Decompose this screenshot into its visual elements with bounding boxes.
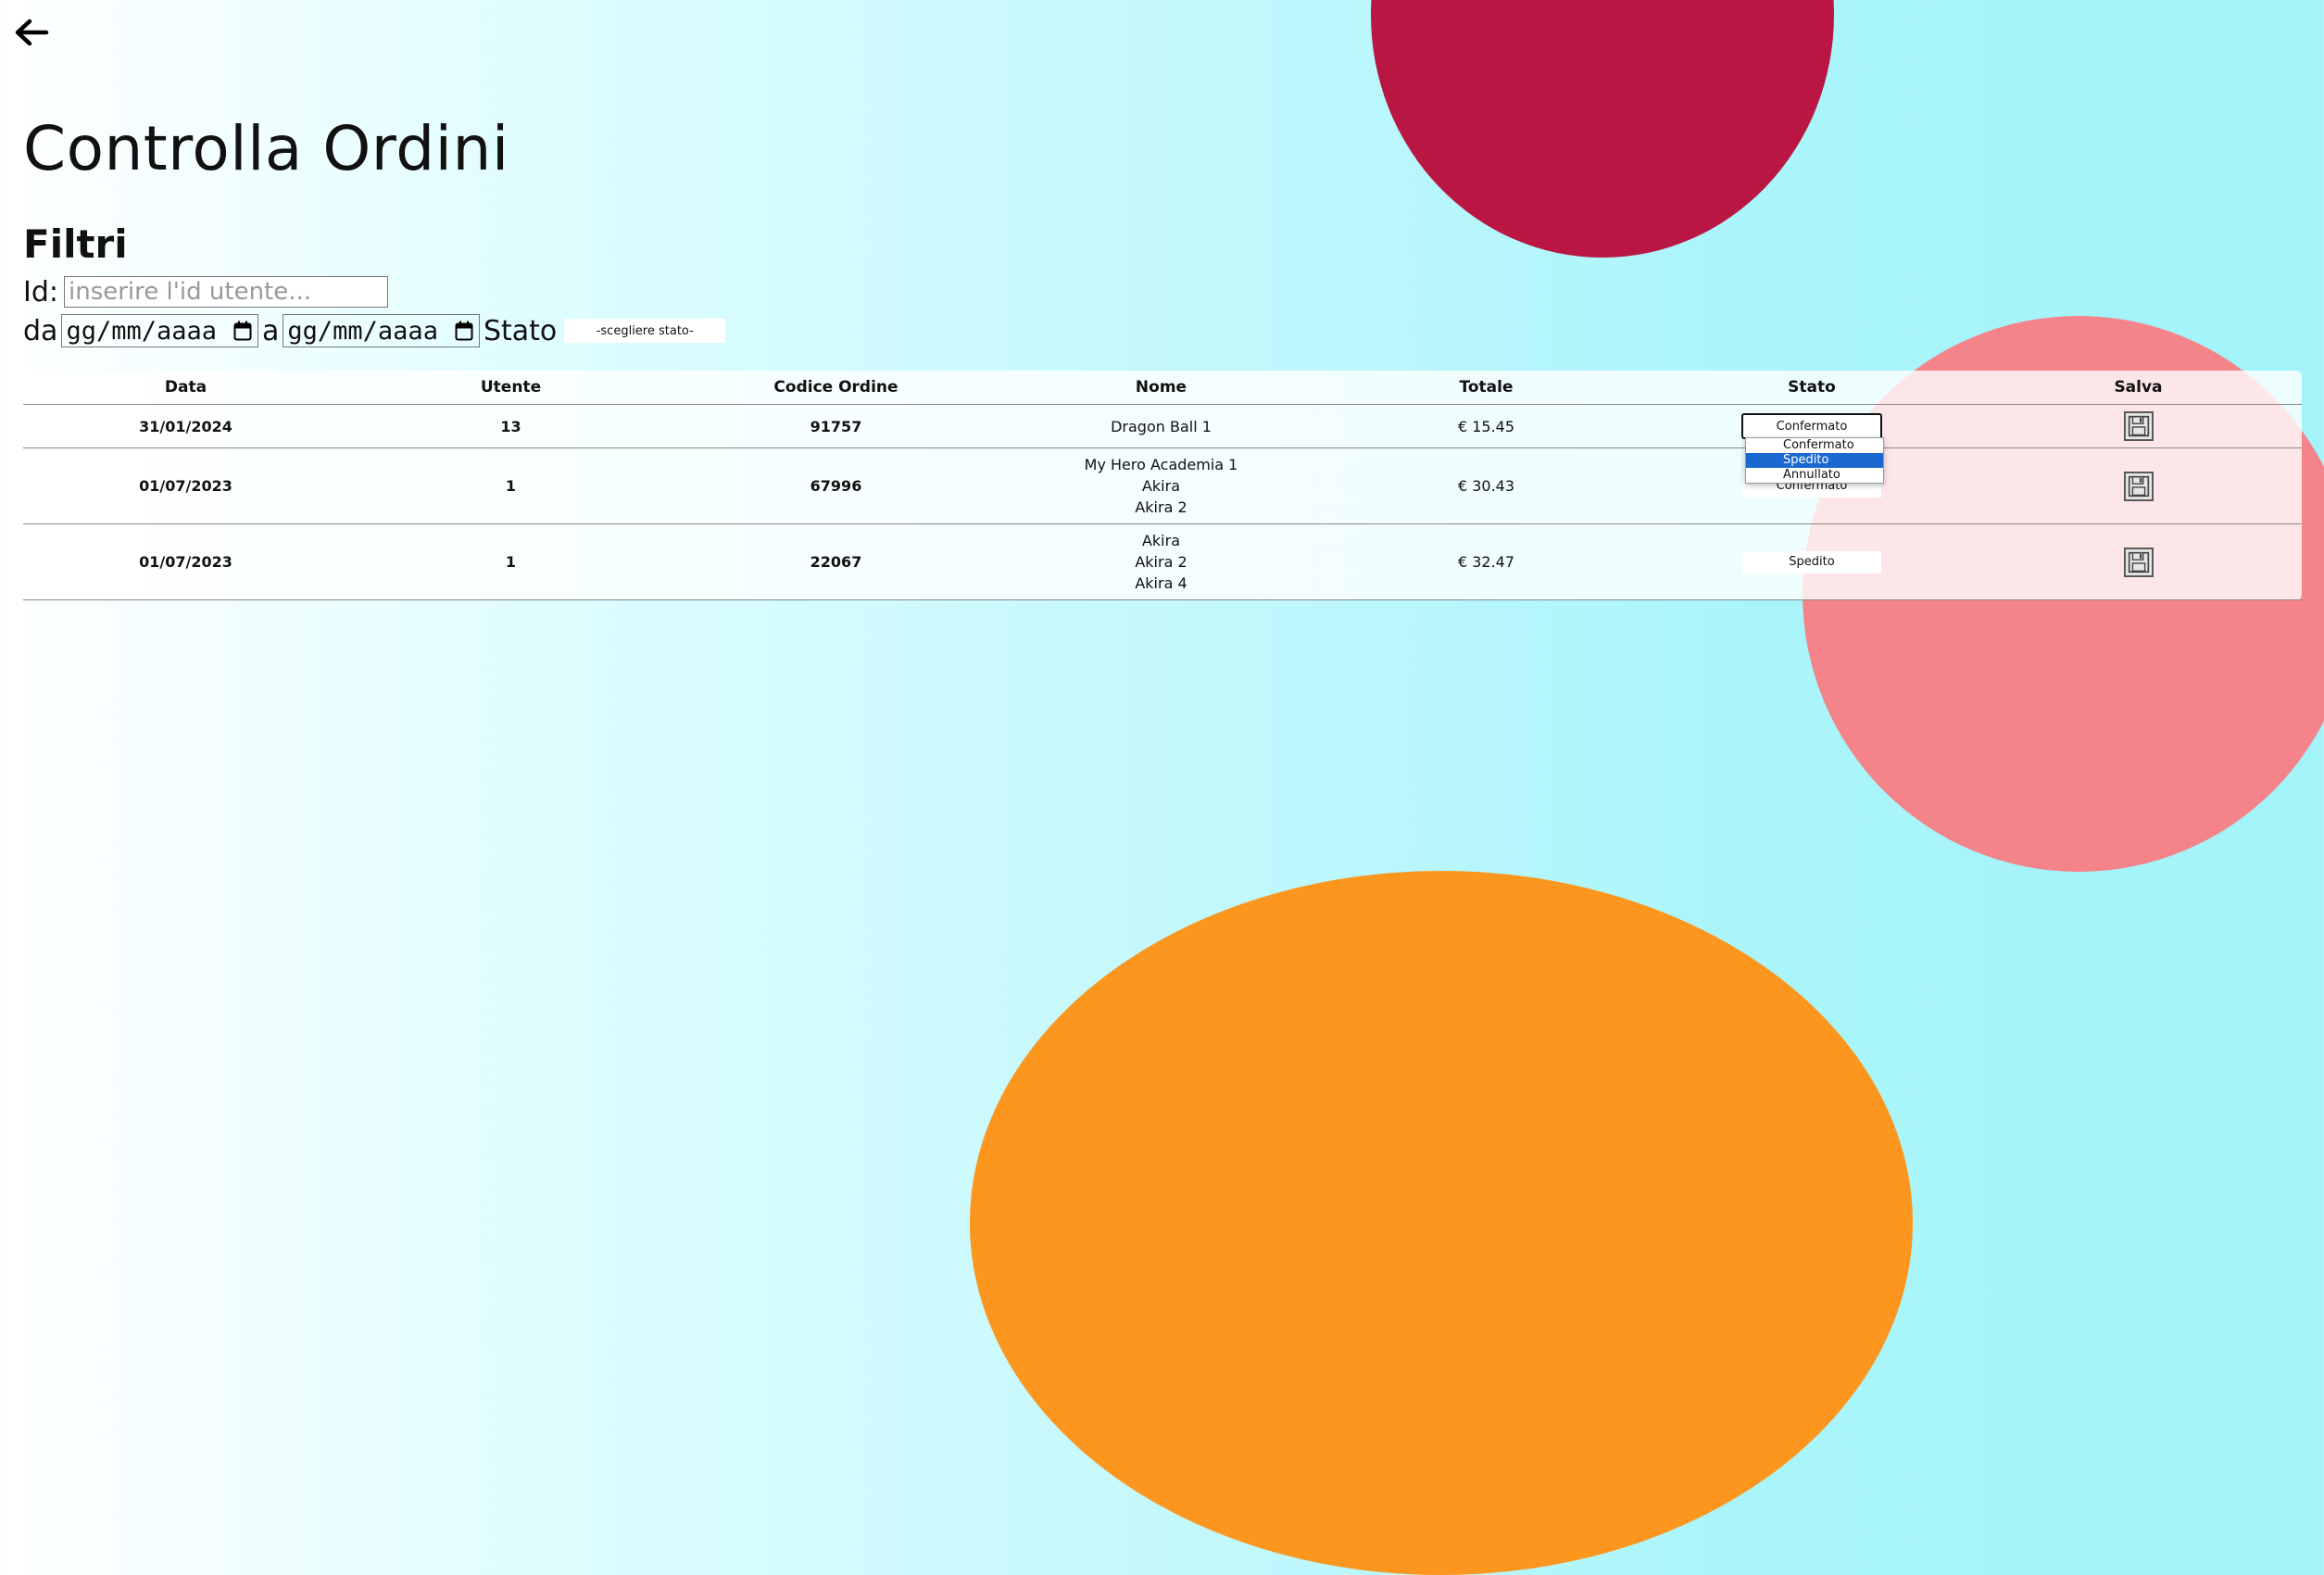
order-names: Akira Akira 2 Akira 4 [999,523,1324,600]
page-title: Controlla Ordini [23,113,509,184]
order-user: 13 [348,404,673,448]
order-names: My Hero Academia 1 Akira Akira 2 [999,447,1324,524]
id-filter-row: Id: inserire l'id utente... [23,274,388,309]
from-label: da [23,314,58,347]
save-cell [1975,523,2302,600]
order-code: 67996 [673,447,999,524]
header-nome: Nome [999,371,1324,405]
product-name: Akira [1141,477,1181,495]
header-codice-ordine: Codice Ordine [673,371,999,405]
table-row: 31/01/2024 13 91757 Dragon Ball 1 € 15.4… [23,404,2302,448]
product-name: Akira 4 [1135,574,1187,592]
user-id-input[interactable]: inserire l'id utente... [64,276,388,308]
order-date: 01/07/2023 [23,447,348,524]
floppy-disk-icon[interactable] [2123,411,2154,441]
order-total: € 15.45 [1324,404,1649,448]
table-header-row: Data Utente Codice Ordine Nome Totale St… [23,371,2302,405]
stato-label: Stato [483,314,558,347]
filters-heading: Filtri [23,221,128,267]
product-name: Akira [1141,532,1181,549]
user-id-placeholder: inserire l'id utente... [69,278,312,306]
table-row: 01/07/2023 1 67996 My Hero Academia 1 Ak… [23,447,2302,524]
order-status-value: Spedito [1789,555,1835,569]
header-data: Data [23,371,348,405]
header-stato: Stato [1649,371,1975,405]
calendar-icon[interactable] [455,321,473,341]
id-label: Id: [23,275,58,309]
table-row: 01/07/2023 1 22067 Akira Akira 2 Akira 4… [23,523,2302,600]
orders-table-container: Data Utente Codice Ordine Nome Totale St… [23,371,2302,600]
header-utente: Utente [348,371,673,405]
header-totale: Totale [1324,371,1649,405]
product-name: Akira 2 [1135,553,1187,571]
order-names: Dragon Ball 1 [999,404,1324,448]
order-user: 1 [348,447,673,524]
order-date: 01/07/2023 [23,523,348,600]
dropdown-option-confermato[interactable]: Confermato [1746,438,1883,453]
dropdown-option-annullato[interactable]: Annullato [1746,468,1883,483]
floppy-disk-icon[interactable] [2123,547,2154,577]
order-status-select[interactable]: Spedito [1742,550,1881,573]
date-from-placeholder: gg/mm/aaaa [66,316,217,346]
product-name: Dragon Ball 1 [1111,417,1212,435]
header-salva: Salva [1975,371,2302,405]
order-date: 31/01/2024 [23,404,348,448]
order-status-value: Confermato [1776,419,1848,434]
order-code: 91757 [673,404,999,448]
date-filter-row: da gg/mm/aaaa a gg/mm/aaaa Stato -scegli… [23,312,726,349]
date-from-input[interactable]: gg/mm/aaaa [61,314,258,347]
orders-table: Data Utente Codice Ordine Nome Totale St… [23,371,2302,600]
date-to-input[interactable]: gg/mm/aaaa [283,314,480,347]
calendar-icon[interactable] [233,321,252,341]
product-name: My Hero Academia 1 [1084,456,1238,473]
order-total: € 32.47 [1324,523,1649,600]
dropdown-option-spedito[interactable]: Spedito [1746,453,1883,468]
arrow-left-icon[interactable] [13,17,50,48]
order-user: 1 [348,523,673,600]
order-code: 22067 [673,523,999,600]
save-cell [1975,404,2302,448]
stato-filter-select[interactable]: -scegliere stato- [564,319,726,343]
decorative-circle-crimson [1371,0,1834,258]
floppy-disk-icon[interactable] [2123,471,2154,501]
date-to-placeholder: gg/mm/aaaa [287,316,438,346]
order-status-select[interactable]: Confermato [1741,413,1882,439]
status-dropdown-list: Confermato Spedito Annullato [1745,437,1884,484]
product-name: Akira 2 [1135,498,1187,516]
stato-filter-value: -scegliere stato- [596,323,694,338]
save-cell [1975,447,2302,524]
to-label: a [262,314,280,347]
order-total: € 30.43 [1324,447,1649,524]
decorative-circle-orange [970,871,1913,1575]
order-status-cell: Spedito [1649,523,1975,600]
